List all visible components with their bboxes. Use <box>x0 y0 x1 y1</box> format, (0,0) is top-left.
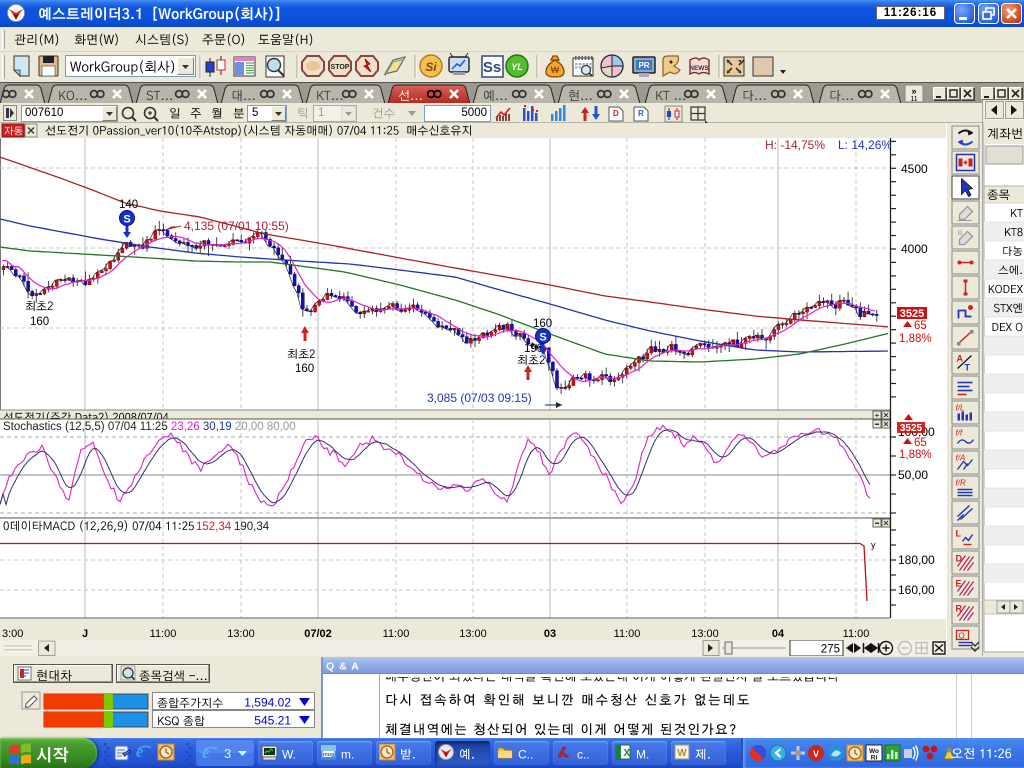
svg-text:A: A <box>957 354 964 364</box>
svg-text:e: e <box>136 742 144 761</box>
svg-text:03: 03 <box>544 628 556 640</box>
svg-text:160,00: 160,00 <box>898 583 935 597</box>
svg-text:11: 11 <box>910 96 917 103</box>
svg-text:W.: W. <box>282 748 296 762</box>
svg-text:3:00: 3:00 <box>2 628 23 640</box>
svg-text:11:00: 11:00 <box>843 628 870 640</box>
svg-text:13:00: 13:00 <box>691 628 719 640</box>
svg-text:Stochastics (12,5,5) 07/04 11:: Stochastics (12,5,5) 07/04 11:25 23,26 3… <box>3 421 296 433</box>
svg-text:1,88%: 1,88% <box>899 333 932 345</box>
svg-text:mug: mug <box>323 752 335 758</box>
svg-text:S: S <box>539 332 546 344</box>
svg-text:160: 160 <box>295 363 314 375</box>
svg-text:C..: C.. <box>518 748 533 762</box>
svg-text:4000: 4000 <box>901 242 928 256</box>
svg-text:NEWS: NEWS <box>689 65 709 72</box>
svg-text:180,00: 180,00 <box>898 553 935 567</box>
svg-text:160: 160 <box>30 316 49 328</box>
svg-text:13:00: 13:00 <box>227 628 255 640</box>
svg-text:1,88%: 1,88% <box>899 449 932 461</box>
svg-text:R: R <box>638 109 644 118</box>
svg-text:11:00: 11:00 <box>150 628 177 640</box>
svg-text:190,34: 190,34 <box>234 521 270 533</box>
svg-text:140: 140 <box>119 199 138 211</box>
svg-text:275: 275 <box>821 644 840 656</box>
svg-text:f/R: f/R <box>956 479 966 488</box>
svg-text:04: 04 <box>772 628 785 640</box>
svg-text:07/02: 07/02 <box>304 628 332 640</box>
svg-text:J: J <box>82 628 88 640</box>
svg-text:Ss: Ss <box>483 59 501 76</box>
svg-text:STOP: STOP <box>331 64 350 71</box>
svg-text:3: 3 <box>224 746 231 761</box>
svg-text:c..: c.. <box>577 748 590 762</box>
svg-text:545.21: 545.21 <box>254 714 291 728</box>
svg-text:M.: M. <box>636 748 649 762</box>
svg-text:L: 14,26%: L: 14,26% <box>838 138 892 152</box>
svg-text:13:00: 13:00 <box>459 628 487 640</box>
svg-text:₩: ₩ <box>551 65 560 75</box>
svg-text:m.: m. <box>341 748 354 762</box>
svg-text:e: e <box>202 743 210 762</box>
svg-text:4500: 4500 <box>901 162 928 176</box>
svg-text:f/L: f/L <box>956 404 965 413</box>
svg-text:1,594.02: 1,594.02 <box>244 696 291 710</box>
svg-text:S: S <box>123 214 130 226</box>
svg-text:11:00: 11:00 <box>383 628 410 640</box>
svg-text:3525: 3525 <box>900 423 923 434</box>
svg-text:Q: Q <box>959 632 965 641</box>
svg-text:PR: PR <box>638 61 649 70</box>
svg-text:11:00: 11:00 <box>614 628 641 640</box>
svg-text:X: X <box>624 748 631 759</box>
svg-text:Si: Si <box>425 60 437 74</box>
svg-text:L: L <box>956 529 962 539</box>
svg-text:4,135 (07/01 10:55): 4,135 (07/01 10:55) <box>184 219 289 233</box>
svg-text:65: 65 <box>914 437 927 449</box>
svg-text:Ri: Ri <box>871 755 878 762</box>
svg-text:y: y <box>871 540 876 550</box>
svg-text:W: W <box>677 748 687 759</box>
svg-text:3525: 3525 <box>900 308 924 320</box>
svg-text:Q & A: Q & A <box>326 661 360 673</box>
svg-text:D: D <box>613 109 619 118</box>
svg-text:YL: YL <box>511 62 523 72</box>
svg-text:50,00: 50,00 <box>898 468 928 482</box>
svg-text:»: » <box>911 86 916 96</box>
svg-text:f/f: f/f <box>956 429 963 438</box>
svg-text:R: R <box>958 231 963 238</box>
svg-text:65: 65 <box>914 320 927 332</box>
svg-text:H: -14,75%: H: -14,75% <box>765 138 825 152</box>
svg-text:152,34: 152,34 <box>196 521 232 533</box>
svg-text:T: T <box>965 363 971 373</box>
svg-text:V: V <box>813 749 819 759</box>
svg-text:3,085 (07/03 09:15): 3,085 (07/03 09:15) <box>427 391 532 405</box>
